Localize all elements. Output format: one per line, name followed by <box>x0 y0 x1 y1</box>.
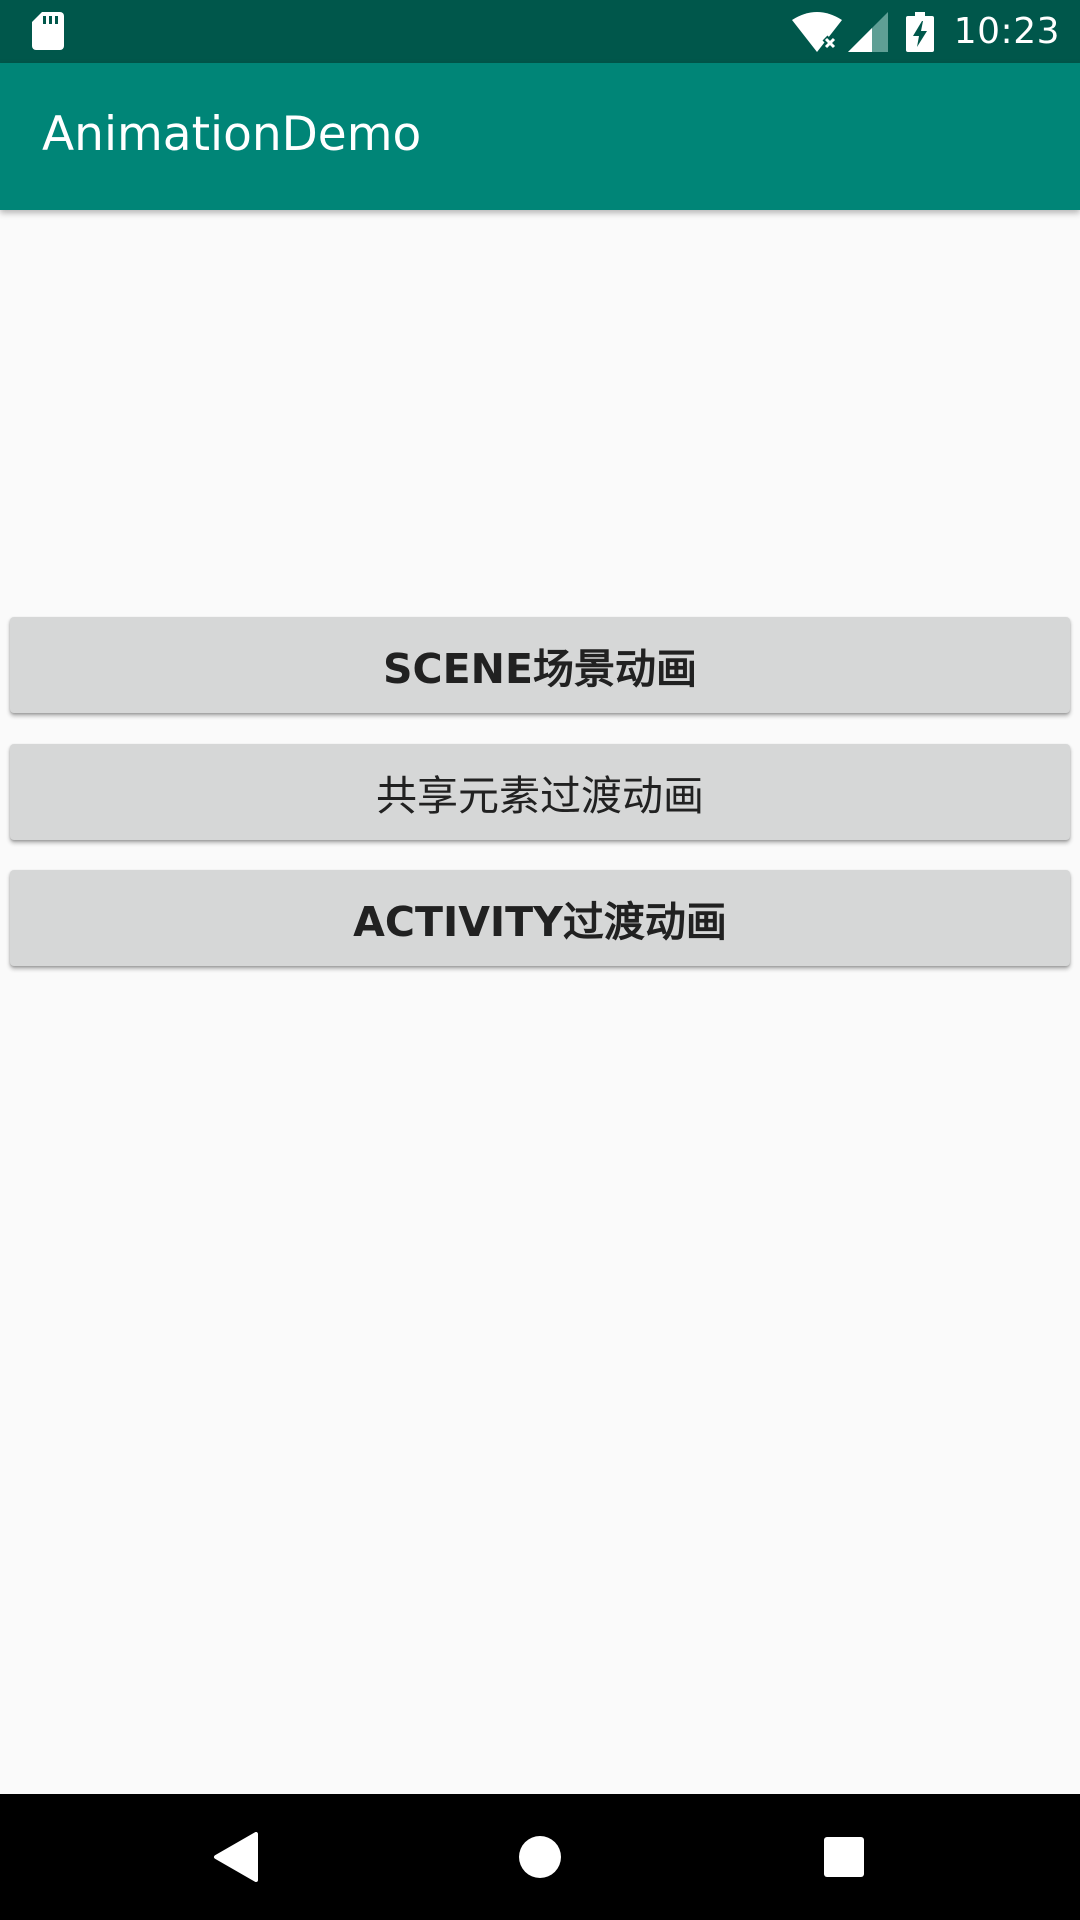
app-bar: AnimationDemo <box>0 63 1080 210</box>
status-bar: 10:23 <box>0 0 1080 63</box>
wifi-icon <box>791 11 842 52</box>
scene-animation-button[interactable]: SCENE场景动画 <box>10 617 1070 713</box>
signal-icon <box>847 11 888 52</box>
home-icon[interactable] <box>515 1832 565 1882</box>
main-content <box>0 210 1080 1794</box>
recents-icon[interactable] <box>819 1832 869 1882</box>
status-time: 10:23 <box>953 11 1060 52</box>
shared-element-transition-button[interactable]: 共享元素过渡动画 <box>10 744 1070 840</box>
back-icon[interactable] <box>212 1832 262 1882</box>
navigation-bar <box>0 1794 1080 1920</box>
sd-card-icon <box>32 12 64 50</box>
app-title: AnimationDemo <box>42 107 422 162</box>
activity-transition-button[interactable]: ACTIVITY过渡动画 <box>10 870 1070 966</box>
battery-charging-icon <box>905 11 934 52</box>
